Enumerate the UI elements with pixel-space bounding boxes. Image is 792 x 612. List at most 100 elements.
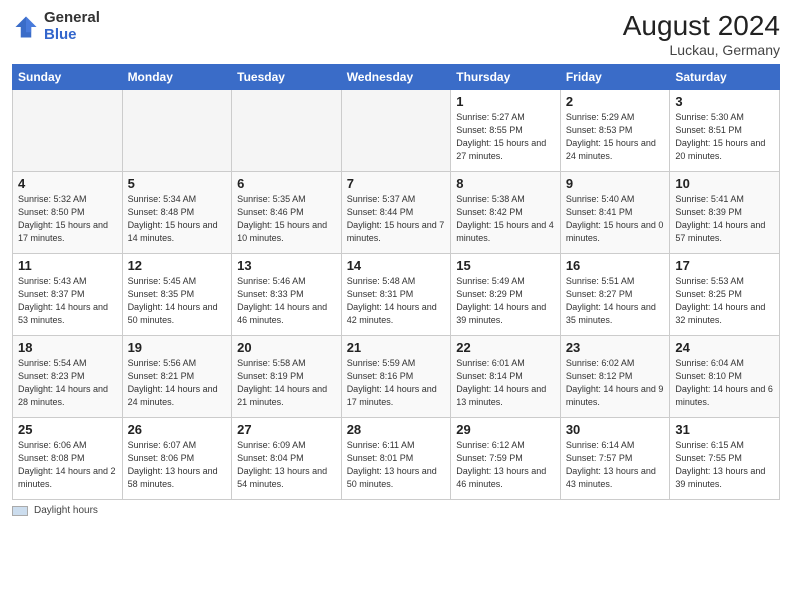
calendar-cell: 5 Sunrise: 5:34 AMSunset: 8:48 PMDayligh… (122, 172, 232, 254)
calendar-header-saturday: Saturday (670, 65, 780, 90)
day-detail: Sunrise: 6:06 AMSunset: 8:08 PMDaylight:… (18, 440, 116, 489)
title-block: August 2024 Luckau, Germany (623, 10, 780, 58)
calendar-cell: 3 Sunrise: 5:30 AMSunset: 8:51 PMDayligh… (670, 90, 780, 172)
day-number: 9 (566, 176, 665, 191)
day-number: 26 (128, 422, 227, 437)
calendar-cell: 12 Sunrise: 5:45 AMSunset: 8:35 PMDaylig… (122, 254, 232, 336)
calendar-cell: 14 Sunrise: 5:48 AMSunset: 8:31 PMDaylig… (341, 254, 451, 336)
day-detail: Sunrise: 6:01 AMSunset: 8:14 PMDaylight:… (456, 358, 546, 407)
day-detail: Sunrise: 6:11 AMSunset: 8:01 PMDaylight:… (347, 440, 437, 489)
day-number: 12 (128, 258, 227, 273)
footnote: Daylight hours (12, 505, 780, 516)
day-number: 29 (456, 422, 555, 437)
day-detail: Sunrise: 5:43 AMSunset: 8:37 PMDaylight:… (18, 276, 108, 325)
calendar-cell (13, 90, 123, 172)
day-detail: Sunrise: 5:58 AMSunset: 8:19 PMDaylight:… (237, 358, 327, 407)
calendar-cell: 21 Sunrise: 5:59 AMSunset: 8:16 PMDaylig… (341, 336, 451, 418)
calendar-cell: 27 Sunrise: 6:09 AMSunset: 8:04 PMDaylig… (232, 418, 342, 500)
day-detail: Sunrise: 5:56 AMSunset: 8:21 PMDaylight:… (128, 358, 218, 407)
day-number: 16 (566, 258, 665, 273)
day-detail: Sunrise: 6:12 AMSunset: 7:59 PMDaylight:… (456, 440, 546, 489)
day-number: 31 (675, 422, 774, 437)
calendar-header-wednesday: Wednesday (341, 65, 451, 90)
day-detail: Sunrise: 6:15 AMSunset: 7:55 PMDaylight:… (675, 440, 765, 489)
calendar-cell: 29 Sunrise: 6:12 AMSunset: 7:59 PMDaylig… (451, 418, 561, 500)
day-number: 4 (18, 176, 117, 191)
day-detail: Sunrise: 5:30 AMSunset: 8:51 PMDaylight:… (675, 112, 765, 161)
logo-icon (12, 13, 40, 41)
day-number: 8 (456, 176, 555, 191)
calendar-cell: 16 Sunrise: 5:51 AMSunset: 8:27 PMDaylig… (560, 254, 670, 336)
day-number: 23 (566, 340, 665, 355)
day-detail: Sunrise: 5:32 AMSunset: 8:50 PMDaylight:… (18, 194, 108, 243)
calendar-cell: 2 Sunrise: 5:29 AMSunset: 8:53 PMDayligh… (560, 90, 670, 172)
calendar-header-friday: Friday (560, 65, 670, 90)
day-detail: Sunrise: 5:27 AMSunset: 8:55 PMDaylight:… (456, 112, 546, 161)
calendar-cell: 9 Sunrise: 5:40 AMSunset: 8:41 PMDayligh… (560, 172, 670, 254)
day-detail: Sunrise: 5:37 AMSunset: 8:44 PMDaylight:… (347, 194, 445, 243)
day-number: 20 (237, 340, 336, 355)
calendar-header-row: SundayMondayTuesdayWednesdayThursdayFrid… (13, 65, 780, 90)
footnote-box (12, 506, 28, 516)
calendar-cell: 30 Sunrise: 6:14 AMSunset: 7:57 PMDaylig… (560, 418, 670, 500)
day-detail: Sunrise: 6:07 AMSunset: 8:06 PMDaylight:… (128, 440, 218, 489)
calendar-header-sunday: Sunday (13, 65, 123, 90)
day-number: 27 (237, 422, 336, 437)
calendar-cell: 6 Sunrise: 5:35 AMSunset: 8:46 PMDayligh… (232, 172, 342, 254)
logo-blue: Blue (44, 26, 77, 43)
day-number: 13 (237, 258, 336, 273)
footnote-label: Daylight hours (34, 505, 98, 516)
calendar-cell: 10 Sunrise: 5:41 AMSunset: 8:39 PMDaylig… (670, 172, 780, 254)
logo: General Blue (12, 10, 100, 43)
day-detail: Sunrise: 6:09 AMSunset: 8:04 PMDaylight:… (237, 440, 327, 489)
calendar-cell: 13 Sunrise: 5:46 AMSunset: 8:33 PMDaylig… (232, 254, 342, 336)
day-detail: Sunrise: 5:48 AMSunset: 8:31 PMDaylight:… (347, 276, 437, 325)
day-detail: Sunrise: 5:53 AMSunset: 8:25 PMDaylight:… (675, 276, 765, 325)
logo-general: General (44, 9, 100, 26)
calendar-cell: 24 Sunrise: 6:04 AMSunset: 8:10 PMDaylig… (670, 336, 780, 418)
day-number: 10 (675, 176, 774, 191)
day-number: 3 (675, 94, 774, 109)
calendar-cell: 18 Sunrise: 5:54 AMSunset: 8:23 PMDaylig… (13, 336, 123, 418)
calendar-cell: 25 Sunrise: 6:06 AMSunset: 8:08 PMDaylig… (13, 418, 123, 500)
calendar-cell: 23 Sunrise: 6:02 AMSunset: 8:12 PMDaylig… (560, 336, 670, 418)
calendar-cell: 7 Sunrise: 5:37 AMSunset: 8:44 PMDayligh… (341, 172, 451, 254)
logo-text: General Blue (44, 10, 100, 43)
calendar-cell (232, 90, 342, 172)
calendar-cell: 31 Sunrise: 6:15 AMSunset: 7:55 PMDaylig… (670, 418, 780, 500)
day-detail: Sunrise: 5:41 AMSunset: 8:39 PMDaylight:… (675, 194, 765, 243)
calendar-cell: 8 Sunrise: 5:38 AMSunset: 8:42 PMDayligh… (451, 172, 561, 254)
day-number: 7 (347, 176, 446, 191)
day-detail: Sunrise: 5:49 AMSunset: 8:29 PMDaylight:… (456, 276, 546, 325)
month-year: August 2024 (623, 10, 780, 42)
day-number: 5 (128, 176, 227, 191)
week-row-4: 18 Sunrise: 5:54 AMSunset: 8:23 PMDaylig… (13, 336, 780, 418)
day-detail: Sunrise: 6:04 AMSunset: 8:10 PMDaylight:… (675, 358, 773, 407)
day-number: 28 (347, 422, 446, 437)
day-number: 11 (18, 258, 117, 273)
day-number: 25 (18, 422, 117, 437)
header: General Blue August 2024 Luckau, Germany (12, 10, 780, 58)
location: Luckau, Germany (623, 42, 780, 58)
day-number: 19 (128, 340, 227, 355)
day-number: 15 (456, 258, 555, 273)
week-row-3: 11 Sunrise: 5:43 AMSunset: 8:37 PMDaylig… (13, 254, 780, 336)
calendar-cell: 28 Sunrise: 6:11 AMSunset: 8:01 PMDaylig… (341, 418, 451, 500)
day-number: 22 (456, 340, 555, 355)
calendar-cell: 17 Sunrise: 5:53 AMSunset: 8:25 PMDaylig… (670, 254, 780, 336)
day-number: 21 (347, 340, 446, 355)
day-detail: Sunrise: 5:51 AMSunset: 8:27 PMDaylight:… (566, 276, 656, 325)
day-detail: Sunrise: 5:45 AMSunset: 8:35 PMDaylight:… (128, 276, 218, 325)
calendar-cell: 19 Sunrise: 5:56 AMSunset: 8:21 PMDaylig… (122, 336, 232, 418)
day-number: 6 (237, 176, 336, 191)
day-detail: Sunrise: 5:40 AMSunset: 8:41 PMDaylight:… (566, 194, 664, 243)
day-detail: Sunrise: 5:46 AMSunset: 8:33 PMDaylight:… (237, 276, 327, 325)
calendar-cell: 15 Sunrise: 5:49 AMSunset: 8:29 PMDaylig… (451, 254, 561, 336)
calendar-header-thursday: Thursday (451, 65, 561, 90)
week-row-1: 1 Sunrise: 5:27 AMSunset: 8:55 PMDayligh… (13, 90, 780, 172)
calendar-header-tuesday: Tuesday (232, 65, 342, 90)
day-detail: Sunrise: 5:54 AMSunset: 8:23 PMDaylight:… (18, 358, 108, 407)
calendar-cell: 11 Sunrise: 5:43 AMSunset: 8:37 PMDaylig… (13, 254, 123, 336)
day-number: 2 (566, 94, 665, 109)
day-detail: Sunrise: 5:34 AMSunset: 8:48 PMDaylight:… (128, 194, 218, 243)
